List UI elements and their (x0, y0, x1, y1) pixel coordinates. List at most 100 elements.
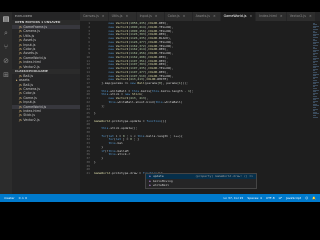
js-file-icon: JS (19, 113, 22, 118)
js-file-icon: JS (19, 82, 22, 87)
editor-tab[interactable]: Assets.js × (192, 12, 221, 21)
file-item[interactable]: JS Vector2.js (12, 118, 80, 122)
js-file-icon: JS (19, 51, 22, 56)
screen: ▤ ⌕ ⑂ ⊘ ⊞ EXPLORER OPEN EDITORS 1 UNSAVE… (0, 0, 320, 240)
open-editor-label: Vector2.js (23, 64, 40, 69)
source-control-icon[interactable]: ⑂ (0, 40, 12, 54)
js-file-icon: JS (19, 73, 22, 78)
code-text: ); (94, 103, 105, 108)
file-label: index.html (23, 109, 41, 114)
vscode-window: ▤ ⌕ ⑂ ⊘ ⊞ EXPLORER OPEN EDITORS 1 UNSAVE… (0, 12, 320, 202)
js-file-icon: JS (19, 91, 22, 96)
tab-label: Color.js (167, 14, 180, 18)
debug-icon[interactable]: ⊘ (0, 54, 12, 68)
open-editor-label: Asset.js (23, 38, 36, 43)
open-editors-list: JS GameFrame.js JS Camera.js JS Utils.js JS Ass… (12, 25, 80, 69)
files-list: JS Ball.js ▸ assets JS Ball.js JS Camera.js JS Co… (12, 74, 80, 122)
minimap[interactable] (312, 22, 320, 194)
suggestion-item[interactable]: ◆ whiteBall (146, 183, 256, 188)
code-text: ].map(params => new Ball(params[0], para… (94, 81, 188, 85)
open-editor-label: GameFrame.js (23, 25, 48, 29)
js-file-icon: JS (19, 38, 22, 43)
status-item[interactable]: LF (279, 196, 282, 200)
file-label: Vector2.js (23, 117, 40, 122)
js-file-icon: JS (19, 46, 22, 51)
status-left: master 0 ⚠ 0 (0, 196, 31, 200)
status-bar: master 0 ⚠ 0 Ln 37, Col 15 Spaces: 4 UTF-8 L… (0, 194, 320, 202)
open-editor-label: Camera.js (23, 29, 40, 34)
js-file-icon: JS (19, 55, 22, 60)
tab-label: Assets.js (195, 14, 210, 18)
js-file-icon: JS (19, 42, 22, 47)
tab-label: Index.html (259, 14, 277, 18)
status-item[interactable]: 🔔 (312, 196, 316, 200)
editor-tab[interactable]: Canvas.js × (80, 12, 109, 21)
editor-tab[interactable]: Vector2.js × (286, 12, 316, 21)
code-text: } (94, 111, 96, 115)
js-file-icon: JS (19, 100, 22, 105)
open-editor-label: Assets.js (23, 51, 38, 56)
status-item[interactable]: Ln 37, Col 15 (224, 196, 244, 200)
close-icon[interactable]: × (183, 14, 186, 18)
activity-bar: ▤ ⌕ ⑂ ⊘ ⊞ (0, 12, 12, 202)
file-label: Ball.js (23, 82, 34, 87)
tab-label: Input.js (139, 14, 152, 18)
editor-tab[interactable]: GameWorld.js × (220, 12, 257, 21)
close-icon[interactable]: × (213, 14, 216, 18)
method-icon: ◆ (149, 174, 151, 178)
suggestion-label: ballsMoving (152, 178, 173, 183)
method-icon: ◆ (149, 183, 151, 187)
tab-label: GameWorld.js (223, 14, 247, 18)
js-file-icon: JS (19, 25, 22, 29)
code-editor[interactable]: 1 new Vector2(1056,435),COLOR.RED), 2 new… (80, 22, 312, 194)
js-file-icon: JS (19, 104, 22, 109)
js-file-icon: JS (19, 95, 22, 100)
close-icon[interactable]: × (280, 14, 283, 18)
search-icon[interactable]: ⌕ (0, 26, 12, 40)
code-text: } (94, 159, 96, 164)
tab-label: Utils.js (111, 14, 123, 18)
file-label: Input.js (23, 100, 36, 105)
explorer-sidebar: EXPLORER OPEN EDITORS 1 UNSAVED JS GameFr… (12, 12, 80, 194)
suggestion-label: update (152, 174, 164, 178)
editor-tab[interactable]: Input.js × (136, 12, 165, 21)
open-editor-label: index.html (23, 60, 41, 65)
open-editor-label: Input.js (23, 42, 36, 47)
explorer-title: EXPLORER (15, 14, 33, 18)
close-icon[interactable]: × (309, 14, 312, 18)
open-editor-label: Color.js (23, 46, 36, 51)
status-item[interactable]: JavaScript (286, 196, 301, 200)
code-text: this.stick.update(); (101, 126, 138, 130)
editor-tabs: Canvas.js × Utils.js × Input.js × Color.js × Ass… (80, 12, 320, 21)
js-file-icon: JS (19, 64, 22, 69)
js-file-icon: JS (19, 33, 22, 38)
file-label: Stick.js (23, 113, 36, 118)
extensions-icon[interactable]: ⊞ (0, 68, 12, 82)
close-icon[interactable]: × (155, 14, 158, 18)
status-item[interactable]: Spaces: 4 (247, 196, 262, 200)
file-label: Color.js (23, 91, 36, 96)
file-label: Ball.js (23, 73, 34, 78)
editor-tab[interactable]: Index.html × (256, 12, 287, 21)
minimap-line (313, 116, 318, 118)
status-item[interactable]: master (4, 196, 15, 200)
folder-icon: ▸ (16, 78, 18, 83)
status-item[interactable]: 0 ⚠ 0 (19, 196, 27, 200)
autocomplete-popup: ◆ update (property) GameWorld.draw: () => ◆… (145, 173, 257, 189)
suggestion-label: whiteBall (152, 183, 170, 187)
status-item[interactable]: UTF-8 (266, 196, 275, 200)
js-file-icon: JS (19, 117, 22, 122)
close-icon[interactable]: × (126, 14, 129, 18)
js-file-icon: JS (19, 29, 22, 34)
close-icon[interactable]: × (102, 14, 105, 18)
code-text: GameWorld.prototype.update = function(){ (94, 118, 167, 123)
open-editor-label: Utils.js (23, 33, 35, 38)
files-icon[interactable]: ▤ (0, 12, 12, 26)
editor-tab[interactable]: Utils.js × (108, 12, 137, 21)
file-label: GameWorld.js (23, 104, 47, 109)
file-label: assets (19, 78, 30, 83)
editor-tab[interactable]: Color.js × (164, 12, 193, 21)
status-item[interactable]: ☺ (305, 196, 308, 200)
open-editor-label: GameWorld.js (23, 55, 47, 60)
close-icon[interactable]: × (250, 14, 253, 18)
